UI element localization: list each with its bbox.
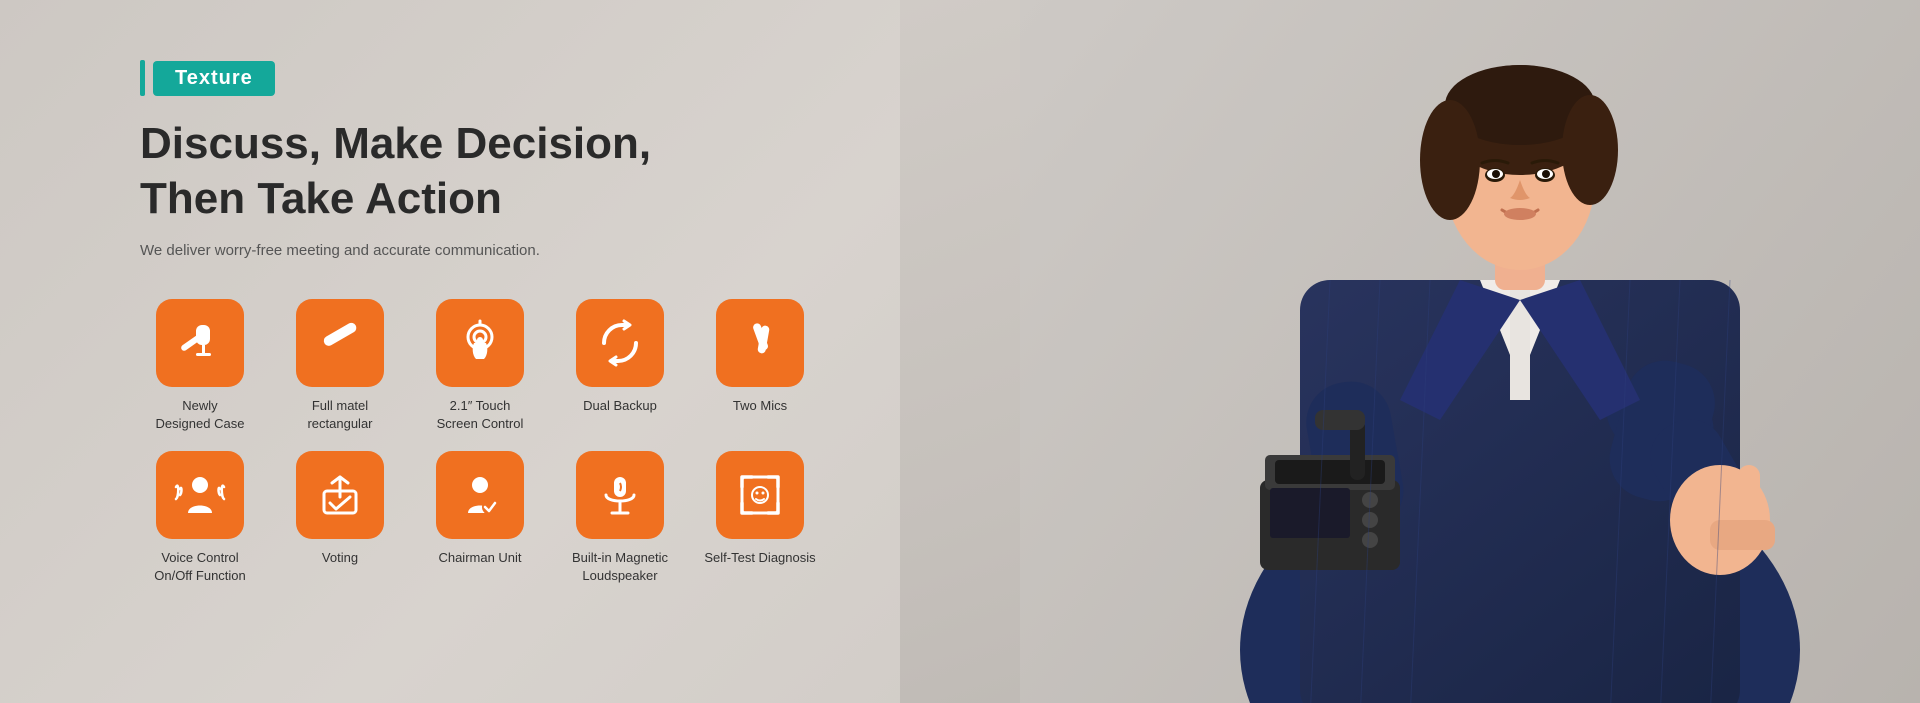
texture-badge-wrap: Texture (140, 60, 820, 96)
loudspeaker-icon-box (576, 451, 664, 539)
two-mics-icon-box (716, 299, 804, 387)
voice-icon (174, 469, 226, 521)
feature-full-matel: Full matelrectangular (280, 299, 400, 433)
headline: Discuss, Make Decision, Then Take Action (140, 116, 820, 226)
feature-loudspeaker: Built-in MagneticLoudspeaker (560, 451, 680, 585)
self-test-label: Self-Test Diagnosis (704, 549, 815, 567)
feature-self-test: Self-Test Diagnosis (700, 451, 820, 585)
feature-two-mics: Two Mics (700, 299, 820, 433)
page-wrapper: Texture Discuss, Make Decision, Then Tak… (0, 0, 1920, 703)
feature-dual-backup: Dual Backup (560, 299, 680, 433)
features-grid: NewlyDesigned Case Full matelrectangular (140, 299, 820, 586)
voting-label: Voting (322, 549, 358, 567)
case-icon (174, 317, 226, 369)
voice-control-icon-box (156, 451, 244, 539)
voting-icon (314, 469, 366, 521)
feature-touch-screen: 2.1″ TouchScreen Control (420, 299, 540, 433)
rectangular-icon (314, 317, 366, 369)
texture-badge: Texture (153, 61, 275, 96)
voice-control-label: Voice ControlOn/Off Function (154, 549, 246, 585)
backup-icon (594, 317, 646, 369)
texture-bar (140, 60, 145, 96)
full-matel-label: Full matelrectangular (307, 397, 372, 433)
full-matel-icon-box (296, 299, 384, 387)
feature-voice-control: Voice ControlOn/Off Function (140, 451, 260, 585)
self-test-icon-box (716, 451, 804, 539)
chairman-unit-icon-box (436, 451, 524, 539)
person-illustration (1020, 0, 1920, 703)
dual-backup-label: Dual Backup (583, 397, 657, 415)
touch-screen-label: 2.1″ TouchScreen Control (437, 397, 524, 433)
headline-line2: Then Take Action (140, 174, 502, 223)
two-mics-label: Two Mics (733, 397, 787, 415)
touch-screen-icon-box (436, 299, 524, 387)
feature-chairman-unit: Chairman Unit (420, 451, 540, 585)
left-content: Texture Discuss, Make Decision, Then Tak… (0, 0, 900, 703)
subtext: We deliver worry-free meeting and accura… (140, 240, 820, 263)
person-area (900, 0, 1920, 703)
feature-newly-designed-case: NewlyDesigned Case (140, 299, 260, 433)
voting-icon-box (296, 451, 384, 539)
newly-designed-case-label: NewlyDesigned Case (156, 397, 245, 433)
newly-designed-case-icon-box (156, 299, 244, 387)
mics-icon (734, 317, 786, 369)
chairman-icon (454, 469, 506, 521)
dual-backup-icon-box (576, 299, 664, 387)
headline-line1: Discuss, Make Decision, (140, 119, 651, 168)
feature-voting: Voting (280, 451, 400, 585)
right-image-area (900, 0, 1920, 703)
selftest-icon (734, 469, 786, 521)
loudspeaker-label: Built-in MagneticLoudspeaker (572, 549, 668, 585)
touch-icon (454, 317, 506, 369)
speaker-icon (594, 469, 646, 521)
chairman-unit-label: Chairman Unit (438, 549, 521, 567)
